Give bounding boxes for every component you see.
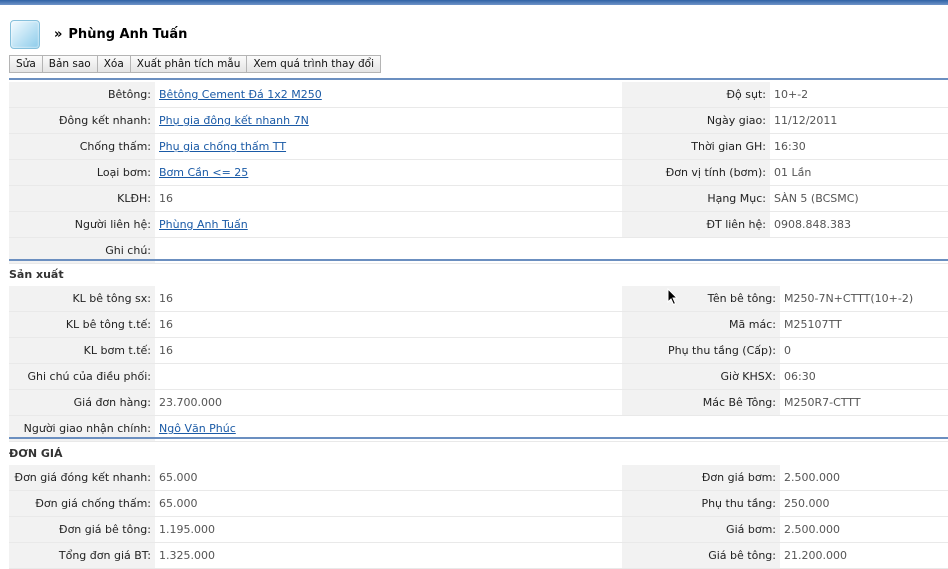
breadcrumb-arrow: » xyxy=(54,27,63,42)
top-accent-bar xyxy=(0,0,948,5)
row-value: 250.000 xyxy=(780,490,948,517)
delete-button[interactable]: Xóa xyxy=(96,55,131,73)
row-label: KL bơm t.tế: xyxy=(9,337,155,364)
row-value: Bêtông Cement Đá 1x2 M250 xyxy=(155,82,622,108)
section-divider xyxy=(9,437,948,439)
row-value xyxy=(155,363,622,390)
row-label: Đơn giá bơm: xyxy=(622,465,780,491)
row-label: Giá bơm: xyxy=(622,516,780,543)
table-row: Đông kết nhanh: Phụ gia đông kết nhanh 7… xyxy=(9,107,948,134)
mouse-cursor-icon xyxy=(667,288,679,306)
row-label: Người liên hệ: xyxy=(9,211,155,238)
row-value: 16 xyxy=(155,337,622,364)
section-title-production: Sản xuất xyxy=(9,268,64,281)
row-label: Thời gian GH: xyxy=(622,133,770,160)
row-label: Đông kết nhanh: xyxy=(9,107,155,134)
production-table: KL bê tông sx: 16 Tên bê tông: M250-7N+C… xyxy=(9,286,948,442)
row-label: Mác Bê Tông: xyxy=(622,389,780,416)
row-label: Đơn giá đóng kết nhanh: xyxy=(9,465,155,491)
row-label: Tên bê tông: xyxy=(622,286,780,312)
row-value: 2.500.000 xyxy=(780,516,948,543)
row-label: Ngày giao: xyxy=(622,107,770,134)
table-row: Đơn giá đóng kết nhanh: 65.000 Đơn giá b… xyxy=(9,465,948,491)
row-value: 16 xyxy=(155,286,622,312)
table-row: KLĐH: 16 Hạng Mục: SÀN 5 (BCSMC) xyxy=(9,185,948,212)
export-sample-analysis-button[interactable]: Xuất phân tích mẫu xyxy=(129,55,248,73)
table-row: Loại bơm: Bơm Cần <= 25 Đơn vị tính (bơm… xyxy=(9,159,948,186)
pricing-table: Đơn giá đóng kết nhanh: 65.000 Đơn giá b… xyxy=(9,465,948,569)
table-row: Người liên hệ: Phùng Anh Tuấn ĐT liên hệ… xyxy=(9,211,948,238)
row-value: Phụ gia chống thấm TT xyxy=(155,133,622,160)
table-row: Chống thấm: Phụ gia chống thấm TT Thời g… xyxy=(9,133,948,160)
row-value: 01 Lần xyxy=(770,159,948,186)
section-divider xyxy=(9,259,948,261)
record-icon xyxy=(10,20,40,49)
row-value: 65.000 xyxy=(155,490,622,517)
table-row: Ghi chú của điều phối: Giờ KHSX: 06:30 xyxy=(9,363,948,390)
row-label: Hạng Mục: xyxy=(622,185,770,212)
row-label: Giá đơn hàng: xyxy=(9,389,155,416)
row-label: Ghi chú của điều phối: xyxy=(9,363,155,390)
info-table: Bêtông: Bêtông Cement Đá 1x2 M250 Độ sụt… xyxy=(9,82,948,264)
row-label: Bêtông: xyxy=(9,82,155,108)
row-value: 0908.848.383 xyxy=(770,211,948,238)
row-value: Bơm Cần <= 25 xyxy=(155,159,622,186)
view-change-history-button[interactable]: Xem quá trình thay đổi xyxy=(246,55,382,73)
row-value: 06:30 xyxy=(780,363,948,390)
section-divider xyxy=(9,78,948,80)
toolbar: Sửa Bản sao Xóa Xuất phân tích mẫu Xem q… xyxy=(9,55,382,73)
pump-type-link[interactable]: Bơm Cần <= 25 xyxy=(159,166,248,179)
table-row: KL bê tông sx: 16 Tên bê tông: M250-7N+C… xyxy=(9,286,948,312)
table-row: KL bê tông t.tế: 16 Mã mác: M25107TT xyxy=(9,311,948,338)
section-title-pricing: ĐƠN GIÁ xyxy=(9,447,63,460)
row-value: 16:30 xyxy=(770,133,948,160)
table-row: Bêtông: Bêtông Cement Đá 1x2 M250 Độ sụt… xyxy=(9,82,948,108)
row-label: Độ sụt: xyxy=(622,82,770,108)
row-label: Chống thấm: xyxy=(9,133,155,160)
table-row: Giá đơn hàng: 23.700.000 Mác Bê Tông: M2… xyxy=(9,389,948,416)
row-value: M250-7N+CTTT(10+-2) xyxy=(780,286,948,312)
row-value: Phùng Anh Tuấn xyxy=(155,211,622,238)
concrete-link[interactable]: Bêtông Cement Đá 1x2 M250 xyxy=(159,88,322,101)
edit-button[interactable]: Sửa xyxy=(9,55,43,73)
row-value: M25107TT xyxy=(780,311,948,338)
row-value: 65.000 xyxy=(155,465,622,491)
row-value: SÀN 5 (BCSMC) xyxy=(770,185,948,212)
row-label: Phụ thu tầng (Cấp): xyxy=(622,337,780,364)
table-row: KL bơm t.tế: 16 Phụ thu tầng (Cấp): 0 xyxy=(9,337,948,364)
page-title: » Phùng Anh Tuấn xyxy=(54,27,187,42)
row-value: 11/12/2011 xyxy=(770,107,948,134)
row-value: 16 xyxy=(155,185,622,212)
row-label: Phụ thu tầng: xyxy=(622,490,780,517)
row-label: ĐT liên hệ: xyxy=(622,211,770,238)
row-label: Mã mác: xyxy=(622,311,780,338)
table-row: Đơn giá bê tông: 1.195.000 Giá bơm: 2.50… xyxy=(9,516,948,543)
row-label: Loại bơm: xyxy=(9,159,155,186)
quick-set-additive-link[interactable]: Phụ gia đông kết nhanh 7N xyxy=(159,114,309,127)
page-title-text: Phùng Anh Tuấn xyxy=(68,27,188,42)
row-label: Giờ KHSX: xyxy=(622,363,780,390)
contact-person-link[interactable]: Phùng Anh Tuấn xyxy=(159,218,248,231)
row-value: 0 xyxy=(780,337,948,364)
row-label: Đơn giá bê tông: xyxy=(9,516,155,543)
table-row: Đơn giá chống thấm: 65.000 Phụ thu tầng:… xyxy=(9,490,948,517)
row-value: 1.195.000 xyxy=(155,516,622,543)
row-value: 10+-2 xyxy=(770,82,948,108)
row-value: 2.500.000 xyxy=(780,465,948,491)
row-label: KL bê tông sx: xyxy=(9,286,155,312)
row-value: 16 xyxy=(155,311,622,338)
row-label: KLĐH: xyxy=(9,185,155,212)
row-value: M250R7-CTTT xyxy=(780,389,948,416)
row-value: Phụ gia đông kết nhanh 7N xyxy=(155,107,622,134)
row-label: Đơn vị tính (bơm): xyxy=(622,159,770,186)
main-delivery-person-link[interactable]: Ngô Văn Phúc xyxy=(159,422,236,435)
row-label: KL bê tông t.tế: xyxy=(9,311,155,338)
row-value: 23.700.000 xyxy=(155,389,622,416)
waterproof-additive-link[interactable]: Phụ gia chống thấm TT xyxy=(159,140,286,153)
copy-button[interactable]: Bản sao xyxy=(41,55,98,73)
row-label: Đơn giá chống thấm: xyxy=(9,490,155,517)
